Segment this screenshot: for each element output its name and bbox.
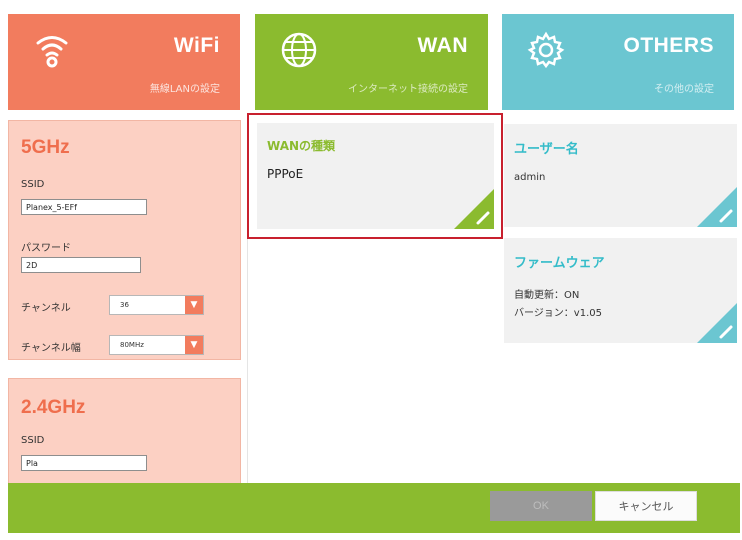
channel-value: 36 xyxy=(120,301,129,309)
wifi-icon xyxy=(36,36,68,68)
tab-others-subtitle: その他の設定 xyxy=(654,84,714,95)
username-value: admin xyxy=(514,172,546,183)
tab-wifi-subtitle: 無線LANの設定 xyxy=(149,84,220,95)
ssid-label: SSID xyxy=(21,435,45,446)
wifi-24ghz-title: 2.4GHz xyxy=(21,397,86,418)
firmware-card[interactable]: ファームウェア 自動更新：ON バージョン：v1.05 xyxy=(504,238,737,343)
tab-wan-subtitle: インターネット接続の設定 xyxy=(348,84,468,95)
footer-bar: OK キャンセル xyxy=(8,483,740,533)
password-label: パスワード xyxy=(21,243,71,254)
tab-wifi-title: WiFi xyxy=(173,34,220,57)
username-card[interactable]: ユーザー名 admin xyxy=(504,124,737,227)
firmware-auto-update: 自動更新：ON xyxy=(514,290,580,301)
gear-icon xyxy=(527,31,565,69)
pencil-icon[interactable] xyxy=(697,187,737,227)
tab-wan-title: WAN xyxy=(417,34,468,57)
highlight-box xyxy=(247,113,503,239)
password-5ghz-input[interactable]: 2D xyxy=(21,257,141,273)
tab-wifi[interactable]: WiFi 無線LANの設定 xyxy=(8,14,240,110)
chevron-down-icon: ▼ xyxy=(185,296,203,314)
ssid-5ghz-input[interactable]: Planex_5-EFf xyxy=(21,199,147,215)
username-title: ユーザー名 xyxy=(514,142,579,157)
cancel-button[interactable]: キャンセル xyxy=(595,491,697,521)
channel-width-value: 80MHz xyxy=(120,341,144,349)
chevron-down-icon: ▼ xyxy=(185,336,203,354)
tab-wan[interactable]: WAN インターネット接続の設定 xyxy=(255,14,488,110)
wifi-5ghz-title: 5GHz xyxy=(21,137,70,158)
ssid-24ghz-input[interactable]: Pla xyxy=(21,455,147,471)
firmware-title: ファームウェア xyxy=(514,256,605,271)
wifi-5ghz-panel: 5GHz SSID Planex_5-EFf パスワード 2D チャンネル 36… xyxy=(8,120,241,360)
ok-button[interactable]: OK xyxy=(490,491,592,521)
channel-width-select[interactable]: 80MHz ▼ xyxy=(109,335,204,355)
channel-label: チャンネル xyxy=(21,303,71,314)
ssid-label: SSID xyxy=(21,179,45,190)
tab-others[interactable]: OTHERS その他の設定 xyxy=(502,14,734,110)
tab-others-title: OTHERS xyxy=(623,34,714,57)
channel-width-label: チャンネル幅 xyxy=(21,343,81,354)
channel-select[interactable]: 36 ▼ xyxy=(109,295,204,315)
globe-icon xyxy=(281,32,317,68)
firmware-version: バージョン：v1.05 xyxy=(514,308,602,319)
pencil-icon[interactable] xyxy=(697,303,737,343)
wifi-24ghz-panel: 2.4GHz SSID Pla xyxy=(8,378,241,488)
